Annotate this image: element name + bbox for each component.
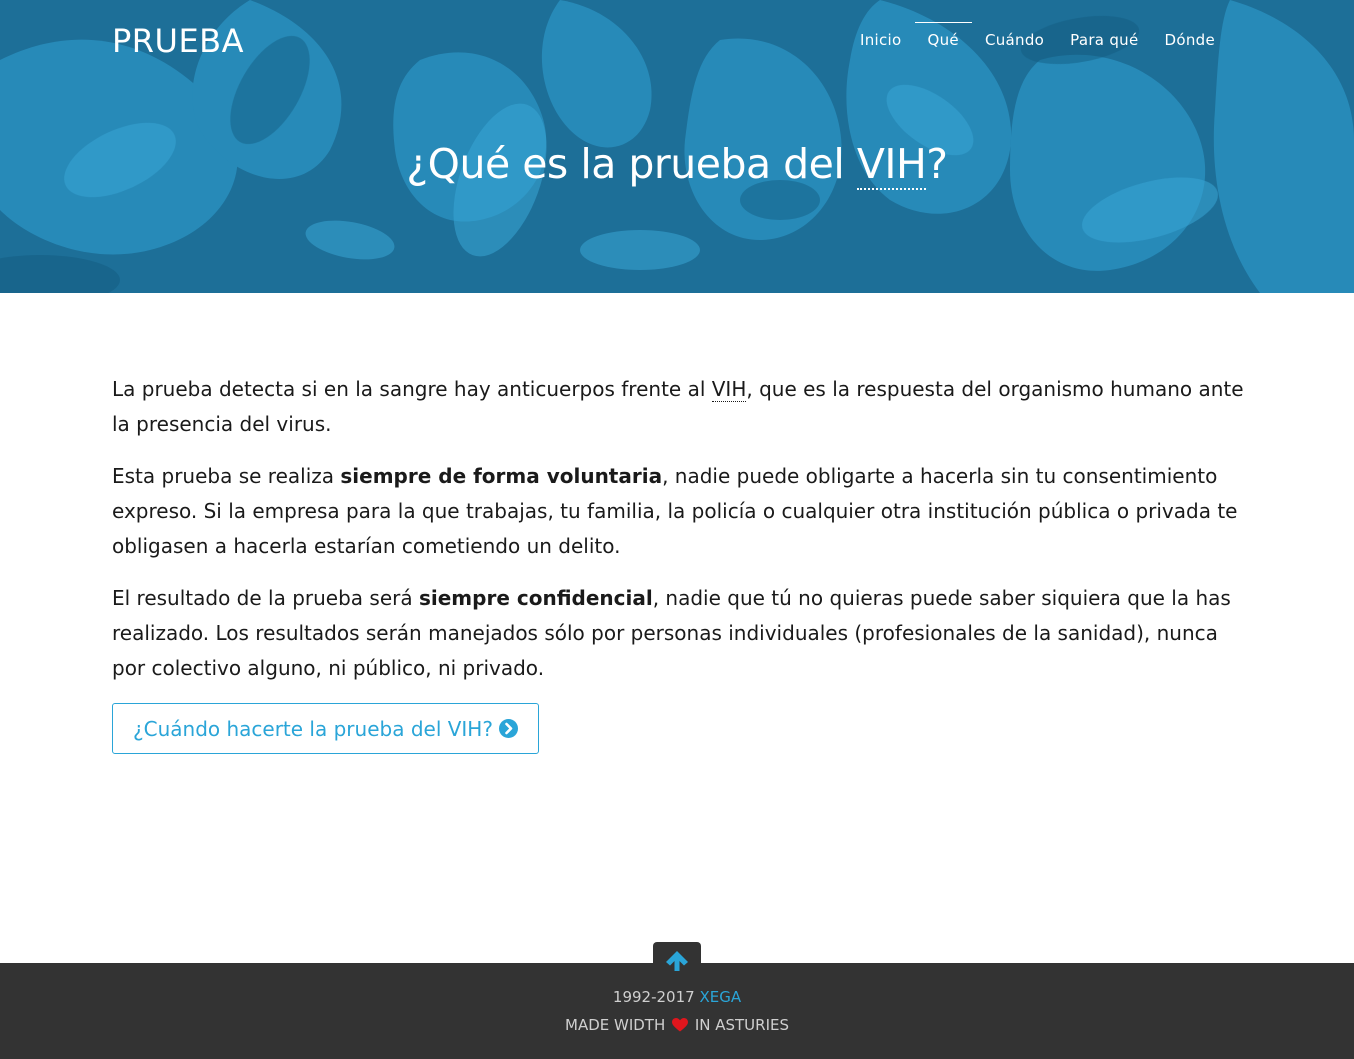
back-to-top-button[interactable] (653, 942, 701, 984)
footer-made-with: Made width in Asturies (0, 1016, 1354, 1036)
footer-author-link[interactable]: XEGA (699, 988, 741, 1006)
paragraph-text: La prueba detecta si en la sangre hay an… (112, 377, 712, 401)
paragraph-confidential: El resultado de la prueba será siempre c… (112, 581, 1244, 686)
chevron-circle-right-icon (498, 719, 518, 738)
emphasis-text: siempre confidencial (418, 586, 653, 610)
nav-item-donde[interactable]: Dónde (1152, 22, 1228, 57)
nav-item-cuando[interactable]: Cuándo (972, 22, 1057, 57)
page-title-abbr: VIH (856, 140, 927, 190)
brand-logo[interactable]: PRUEBA (112, 22, 244, 60)
when-test-button[interactable]: ¿Cuándo hacerte la prueba del VIH? (112, 703, 539, 754)
nav-item-inicio[interactable]: Inicio (847, 22, 915, 57)
paragraph-text: El resultado de la prueba será (112, 586, 419, 610)
paragraph-text: Esta prueba se realiza (112, 464, 341, 488)
page-title-suffix: ? (926, 140, 948, 188)
emphasis-text: siempre de forma voluntaria (340, 464, 663, 488)
footer-copyright: 1992-2017 XEGA (0, 988, 1354, 1006)
footer-location-text: in Asturies (694, 1016, 789, 1034)
page-title-prefix: ¿Qué es la prueba del (406, 140, 857, 188)
vih-abbr: VIH (711, 377, 747, 402)
paragraph-detection: La prueba detecta si en la sangre hay an… (112, 372, 1244, 442)
main-content: La prueba detecta si en la sangre hay an… (112, 372, 1244, 754)
main-nav: Inicio Qué Cuándo Para qué Dónde (847, 22, 1228, 57)
heart-icon (672, 1018, 689, 1036)
footer-made-text: Made width (565, 1016, 666, 1034)
footer-years: 1992-2017 (612, 988, 695, 1006)
when-test-button-label: ¿Cuándo hacerte la prueba del VIH? (133, 716, 493, 741)
arrow-up-icon (665, 950, 689, 976)
paragraph-voluntary: Esta prueba se realiza siempre de forma … (112, 459, 1244, 564)
nav-item-que[interactable]: Qué (914, 22, 972, 57)
page-title: ¿Qué es la prueba del VIH? (0, 140, 1354, 190)
hero-header: PRUEBA Inicio Qué Cuándo Para qué Dónde … (0, 0, 1354, 293)
nav-item-para-que[interactable]: Para qué (1057, 22, 1151, 57)
